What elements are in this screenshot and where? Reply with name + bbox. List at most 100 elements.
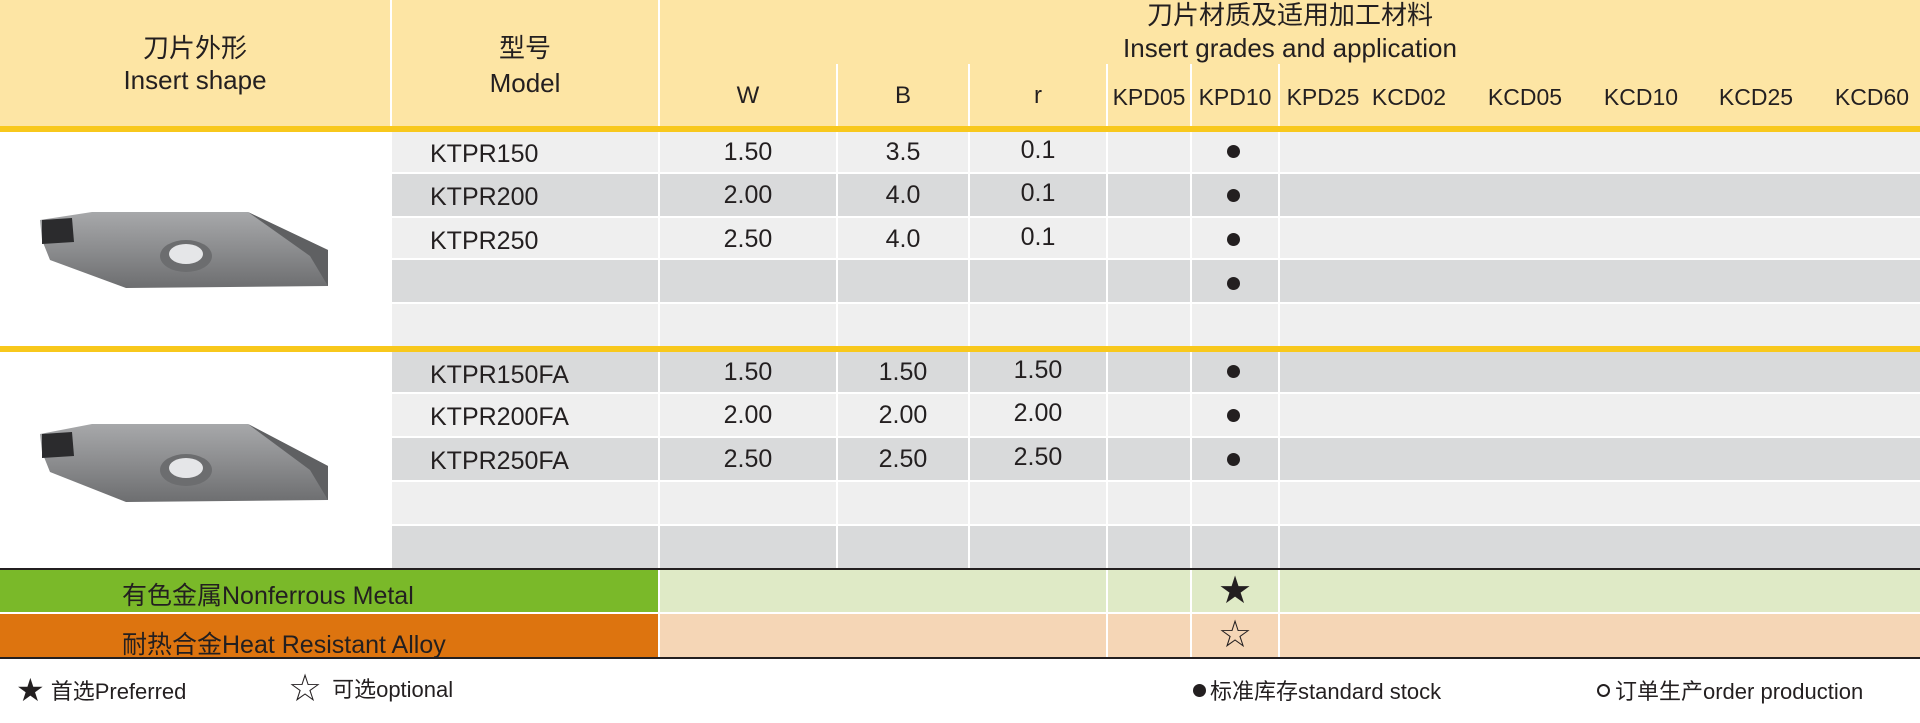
model-cell: KTPR200FA (430, 402, 569, 431)
divider (1106, 64, 1108, 126)
grade-header-kpd25: KPD25 (1286, 84, 1360, 110)
divider (390, 352, 392, 568)
legend-standard-stock: 标准库存standard stock (1193, 672, 1441, 708)
preferred-star-icon: ★ (16, 672, 45, 708)
divider (1106, 352, 1108, 568)
header-grades-en: Insert grades and application (1123, 33, 1457, 63)
divider (390, 132, 392, 346)
header-model-cn: 型号 (498, 33, 551, 63)
w-cell: 2.00 (723, 400, 773, 429)
divider (1106, 132, 1108, 346)
r-cell: 0.1 (1020, 222, 1056, 251)
grade-header-kpd10: KPD10 (1198, 84, 1272, 110)
r-cell: 2.00 (1013, 398, 1063, 427)
divider (1190, 352, 1192, 568)
insert-spec-table: 刀片外形 Insert shape 型号 Model 刀片材质及适用加工材料 I… (0, 0, 1920, 723)
grade-header-kcd25: KCD25 (1718, 84, 1794, 110)
table-row (392, 526, 1920, 568)
r-cell: 1.50 (1013, 355, 1063, 384)
rule-line (0, 657, 1920, 659)
legend-stock-label: 标准库存standard stock (1210, 679, 1442, 704)
r-cell: 0.1 (1020, 178, 1056, 207)
legend-order-label: 订单生产order production (1615, 679, 1864, 704)
divider (968, 132, 970, 346)
shape-cell-1 (0, 132, 390, 346)
standard-stock-dot (1227, 409, 1240, 422)
material-label: 有色金属Nonferrous Metal (122, 581, 414, 610)
grade-header-kcd10: KCD10 (1603, 84, 1679, 110)
col-header-b: B (894, 82, 911, 109)
divider (658, 352, 660, 568)
col-header-r: r (1034, 82, 1042, 109)
legend-preferred-label: 首选Preferred (50, 679, 187, 704)
r-cell: 0.1 (1020, 135, 1056, 164)
optional-star-icon: ☆ (288, 667, 323, 710)
divider (1278, 64, 1280, 126)
divider (836, 64, 838, 126)
standard-stock-dot (1227, 365, 1240, 378)
legend-optional: ☆ 可选optional (288, 668, 454, 710)
w-cell: 1.50 (723, 357, 773, 386)
table-row (392, 438, 1920, 480)
divider (1278, 352, 1280, 568)
w-cell: 1.50 (723, 137, 773, 166)
standard-stock-dot (1227, 189, 1240, 202)
w-cell: 2.50 (723, 444, 773, 473)
insert-shape-image-2 (40, 424, 328, 502)
divider (1278, 132, 1280, 346)
table-row (392, 132, 1920, 172)
standard-stock-dot-icon (1193, 683, 1206, 697)
material-row-heat-resistant (658, 614, 1920, 657)
b-cell: 2.00 (878, 400, 928, 429)
insert-shape-image-1 (40, 212, 328, 288)
divider (836, 352, 838, 568)
header-model-en: Model (489, 68, 561, 98)
order-production-circle-icon (1597, 683, 1610, 697)
table-row (392, 352, 1920, 392)
standard-stock-dot (1227, 145, 1240, 158)
preferred-star-icon: ★ (1217, 570, 1253, 612)
divider (968, 64, 970, 126)
grade-header-kcd05: KCD05 (1487, 84, 1563, 110)
table-row (392, 304, 1920, 346)
header-grades-cn: 刀片材质及适用加工材料 (1146, 0, 1433, 30)
header-shape-en: Insert shape (123, 65, 267, 95)
w-cell: 2.50 (723, 224, 773, 253)
shape-cell-2 (0, 352, 390, 568)
divider (1190, 64, 1192, 126)
r-cell: 2.50 (1013, 442, 1063, 471)
header-shape-cn: 刀片外形 (142, 33, 247, 63)
b-cell: 2.50 (878, 444, 928, 473)
model-cell: KTPR150FA (430, 360, 569, 389)
standard-stock-dot (1227, 453, 1240, 466)
table-row (392, 394, 1920, 436)
material-row-nonferrous (658, 570, 1920, 613)
divider (836, 132, 838, 346)
model-cell: KTPR250FA (430, 446, 569, 475)
table-row (392, 260, 1920, 302)
divider (0, 612, 1920, 614)
b-cell: 3.5 (885, 137, 921, 166)
divider (1190, 132, 1192, 346)
b-cell: 1.50 (878, 357, 928, 386)
table-row (392, 218, 1920, 258)
legend-preferred: ★ 首选Preferred (16, 672, 186, 708)
model-cell: KTPR200 (430, 182, 539, 211)
grade-header-kcd60: KCD60 (1834, 84, 1910, 110)
standard-stock-dot (1227, 277, 1240, 290)
b-cell: 4.0 (885, 224, 921, 253)
optional-star-icon: ☆ (1217, 614, 1253, 656)
divider (658, 132, 660, 346)
model-cell: KTPR250 (430, 226, 539, 255)
b-cell: 4.0 (885, 180, 921, 209)
divider (968, 352, 970, 568)
legend-optional-label: 可选optional (332, 677, 454, 702)
legend-order-production: 订单生产order production (1597, 672, 1863, 708)
grade-header-kpd05: KPD05 (1112, 84, 1186, 110)
standard-stock-dot (1227, 233, 1240, 246)
model-cell: KTPR150 (430, 139, 539, 168)
grade-header-kcd02: KCD02 (1371, 84, 1447, 110)
w-cell: 2.00 (723, 180, 773, 209)
col-header-w: W (736, 82, 760, 109)
table-row (392, 174, 1920, 216)
